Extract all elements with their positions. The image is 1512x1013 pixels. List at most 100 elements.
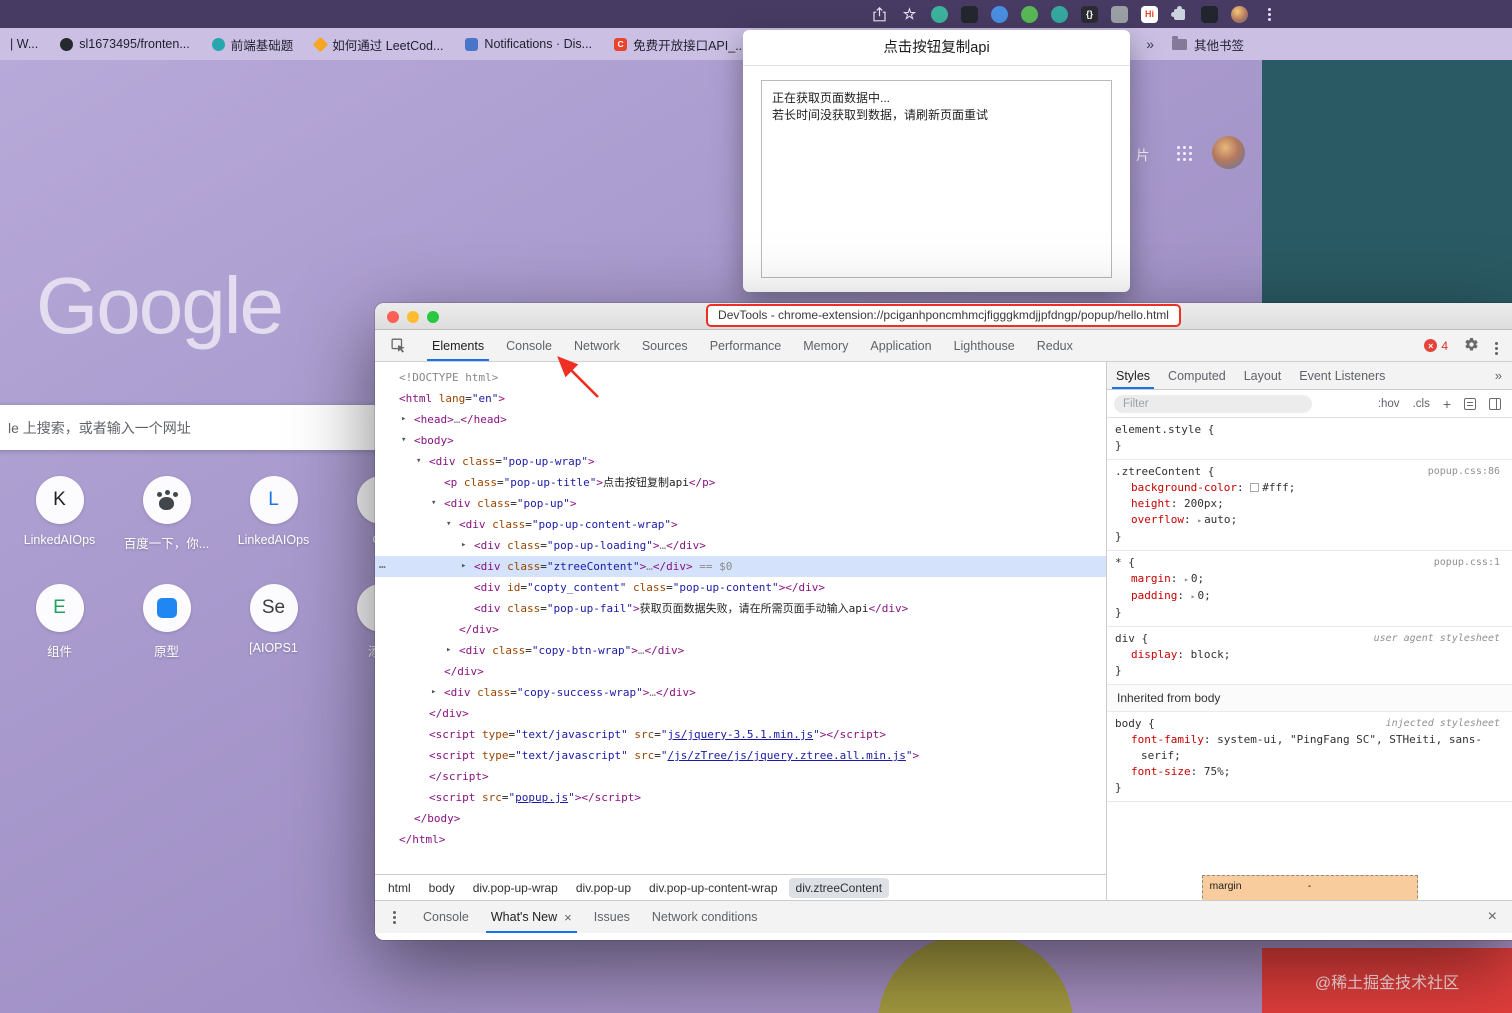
dom-tree-line[interactable]: <div class="pop-up-fail">获取页面数据失败，请在所需页面…	[375, 598, 1106, 619]
bookmark-item[interactable]: Notifications · Dis...	[465, 37, 592, 51]
dom-tree-line[interactable]: <!DOCTYPE html>	[375, 367, 1106, 388]
dom-tree-line[interactable]: </body>	[375, 808, 1106, 829]
more-tabs-icon[interactable]: »	[1485, 368, 1512, 383]
dom-tree-line[interactable]: <html lang="en">	[375, 388, 1106, 409]
margin-top-value[interactable]: -	[1308, 880, 1312, 892]
panel-layout-icon[interactable]	[1489, 397, 1501, 410]
google-profile-avatar[interactable]	[1212, 136, 1245, 169]
shortcut-tile[interactable]: K LinkedAIOps	[10, 476, 110, 584]
images-link[interactable]: 片	[1136, 144, 1150, 164]
dom-tree-line[interactable]: ▾ <div class="pop-up-content-wrap">	[375, 514, 1106, 535]
dom-tree-line[interactable]: <div id="copty_content" class="pop-up-co…	[375, 577, 1106, 598]
expand-arrow-icon[interactable]: ▾	[431, 493, 436, 514]
expand-arrow-icon[interactable]: ▸	[446, 640, 451, 661]
dom-tree-line[interactable]: <script type="text/javascript" src="js/j…	[375, 724, 1106, 745]
dom-tree-line[interactable]: ▾ <body>	[375, 430, 1106, 451]
dom-tree-line[interactable]: ▸ <div class="pop-up-loading">…</div>	[375, 535, 1106, 556]
bookmark-item[interactable]: 前端基础题	[211, 35, 293, 54]
inspect-icon[interactable]	[375, 330, 421, 361]
computed-styles-icon[interactable]	[1464, 397, 1476, 410]
devtools-tab-memory[interactable]: Memory	[792, 330, 859, 361]
expand-arrow-icon[interactable]: ▾	[446, 514, 451, 535]
shortcut-tile[interactable]: 百度一下，你...	[117, 476, 217, 584]
dom-tree-line[interactable]: … ▸ <div class="ztreeContent">…</div> == $…	[375, 556, 1106, 577]
expand-arrow-icon[interactable]: ▾	[416, 451, 421, 472]
breadcrumb-item[interactable]: body	[422, 878, 462, 898]
bookmark-item[interactable]: sl1673495/fronten...	[60, 37, 190, 51]
breadcrumb-item[interactable]: div.ztreeContent	[788, 877, 890, 898]
console-error-badge[interactable]: 4	[1424, 339, 1448, 353]
sidebar-tab-computed[interactable]: Computed	[1159, 362, 1235, 389]
css-rule[interactable]: popup.css:1 * {margin: ▸ 0; padding: ▸ 0;}	[1107, 551, 1512, 627]
star-icon[interactable]: ☆	[901, 6, 918, 23]
dom-tree-line[interactable]: </script>	[375, 766, 1106, 787]
node-menu-icon[interactable]: …	[379, 556, 386, 574]
dom-tree-line[interactable]: <p class="pop-up-title">点击按钮复制api</p>	[375, 472, 1106, 493]
drawer-tab-issues[interactable]: Issues	[583, 901, 641, 933]
css-rule[interactable]: popup.css:86 .ztreeContent {background-co…	[1107, 460, 1512, 551]
color-swatch[interactable]	[1250, 483, 1260, 492]
extension-icon-3[interactable]	[991, 5, 1008, 23]
expand-arrow-icon[interactable]: ▸	[461, 556, 466, 577]
dom-tree-line[interactable]: </div>	[375, 703, 1106, 724]
breadcrumb-item[interactable]: html	[381, 878, 418, 898]
shortcut-tile[interactable]: L LinkedAIOps	[224, 476, 324, 584]
new-style-rule-button[interactable]: +	[1443, 396, 1451, 412]
styles-filter-input[interactable]: Filter	[1114, 394, 1312, 413]
dom-tree-line[interactable]: <script type="text/javascript" src="/js/…	[375, 745, 1106, 766]
box-model-margin[interactable]: margin -	[1201, 875, 1418, 900]
dom-tree-line[interactable]: </div>	[375, 661, 1106, 682]
dom-tree-line[interactable]: ▾ <div class="pop-up">	[375, 493, 1106, 514]
stylesheet-link[interactable]: popup.css:1	[1434, 555, 1500, 571]
devtools-tab-redux[interactable]: Redux	[1026, 330, 1084, 361]
bookmark-item[interactable]: | W...	[10, 37, 38, 51]
drawer-menu-icon[interactable]	[375, 915, 410, 919]
extension-icon-1[interactable]	[931, 5, 948, 23]
settings-gear-icon[interactable]	[1464, 337, 1479, 355]
devtools-titlebar[interactable]: DevTools - chrome-extension://pciganhpon…	[375, 303, 1512, 330]
expand-arrow-icon[interactable]: ▸	[401, 409, 406, 430]
extension-icon-5[interactable]	[1051, 5, 1068, 23]
expand-arrow-icon[interactable]: ▾	[401, 430, 406, 451]
tab-close-icon[interactable]: ×	[564, 910, 572, 925]
drawer-tab-network-conditions[interactable]: Network conditions	[641, 901, 769, 933]
breadcrumb-item[interactable]: div.pop-up-wrap	[466, 878, 565, 898]
browser-menu-icon[interactable]	[1261, 6, 1278, 23]
dom-tree-line[interactable]: ▸ <div class="copy-btn-wrap">…</div>	[375, 640, 1106, 661]
stylesheet-link[interactable]: injected stylesheet	[1386, 716, 1500, 732]
devtools-tab-application[interactable]: Application	[859, 330, 942, 361]
class-toggle[interactable]: .cls	[1413, 398, 1430, 410]
extension-icon-8[interactable]: Hi	[1141, 5, 1158, 23]
css-rule[interactable]: injected stylesheet body {font-family: sy…	[1107, 712, 1512, 802]
dom-tree-line[interactable]: ▾ <div class="pop-up-wrap">	[375, 451, 1106, 472]
devtools-tab-sources[interactable]: Sources	[631, 330, 699, 361]
expand-arrow-icon[interactable]: ▸	[461, 535, 466, 556]
dom-tree-line[interactable]: ▸ <div class="copy-success-wrap">…</div>	[375, 682, 1106, 703]
stylesheet-link[interactable]: popup.css:86	[1428, 464, 1500, 480]
zoom-traffic-light[interactable]	[427, 310, 439, 323]
shortcut-tile[interactable]: E 组件	[10, 584, 110, 692]
pseudo-state-toggle[interactable]: :hov	[1378, 398, 1400, 410]
devtools-tab-lighthouse[interactable]: Lighthouse	[943, 330, 1026, 361]
devtools-tab-performance[interactable]: Performance	[699, 330, 793, 361]
bookmark-item[interactable]: 如何通过 LeetCod...	[312, 35, 443, 54]
dom-tree-line[interactable]: </html>	[375, 829, 1106, 850]
sidebar-tab-styles[interactable]: Styles	[1107, 362, 1159, 389]
close-traffic-light[interactable]	[387, 310, 399, 323]
dom-tree-line[interactable]: </div>	[375, 619, 1106, 640]
extension-icon-2[interactable]	[961, 5, 978, 23]
breadcrumb-item[interactable]: div.pop-up-content-wrap	[642, 878, 785, 898]
apps-grid-icon[interactable]	[1177, 146, 1193, 162]
css-rule[interactable]: element.style {}	[1107, 418, 1512, 460]
sidebar-tab-layout[interactable]: Layout	[1235, 362, 1291, 389]
other-bookmarks-folder[interactable]: 其他书签	[1171, 35, 1244, 54]
bookmark-item[interactable]: C 免费开放接口API_...	[614, 35, 746, 54]
devtools-menu-icon[interactable]	[1495, 339, 1498, 353]
bookmarks-overflow-chevron[interactable]: »	[1146, 36, 1154, 52]
extension-icon-6[interactable]: {}	[1081, 5, 1098, 23]
css-rule[interactable]: user agent stylesheet div {display: block…	[1107, 627, 1512, 685]
profile-avatar[interactable]	[1231, 5, 1248, 23]
share-icon[interactable]	[871, 6, 888, 23]
shortcut-tile[interactable]: 原型	[117, 584, 217, 692]
shortcut-tile[interactable]: Se [AIOPS1	[224, 584, 324, 692]
